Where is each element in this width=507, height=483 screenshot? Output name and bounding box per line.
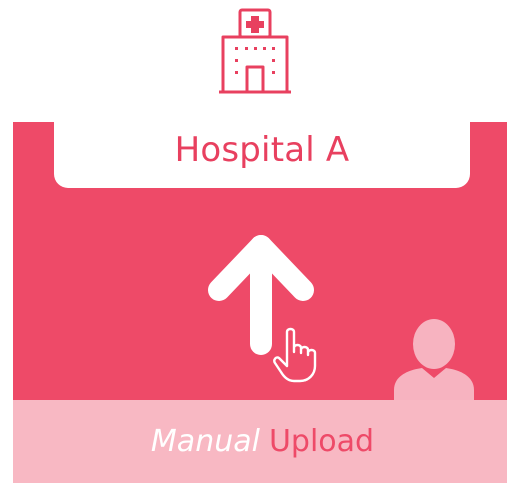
- pointing-hand-icon: [273, 327, 317, 383]
- upload-mode-label: Manual Upload: [13, 400, 507, 483]
- upload-mode-word: Manual: [150, 424, 260, 459]
- upload-action-word: Upload: [268, 424, 375, 459]
- hospital-building-icon: [219, 8, 291, 94]
- person-icon: [394, 319, 474, 402]
- hospital-name-card: Hospital A: [54, 112, 470, 188]
- hospital-name: Hospital A: [174, 130, 350, 170]
